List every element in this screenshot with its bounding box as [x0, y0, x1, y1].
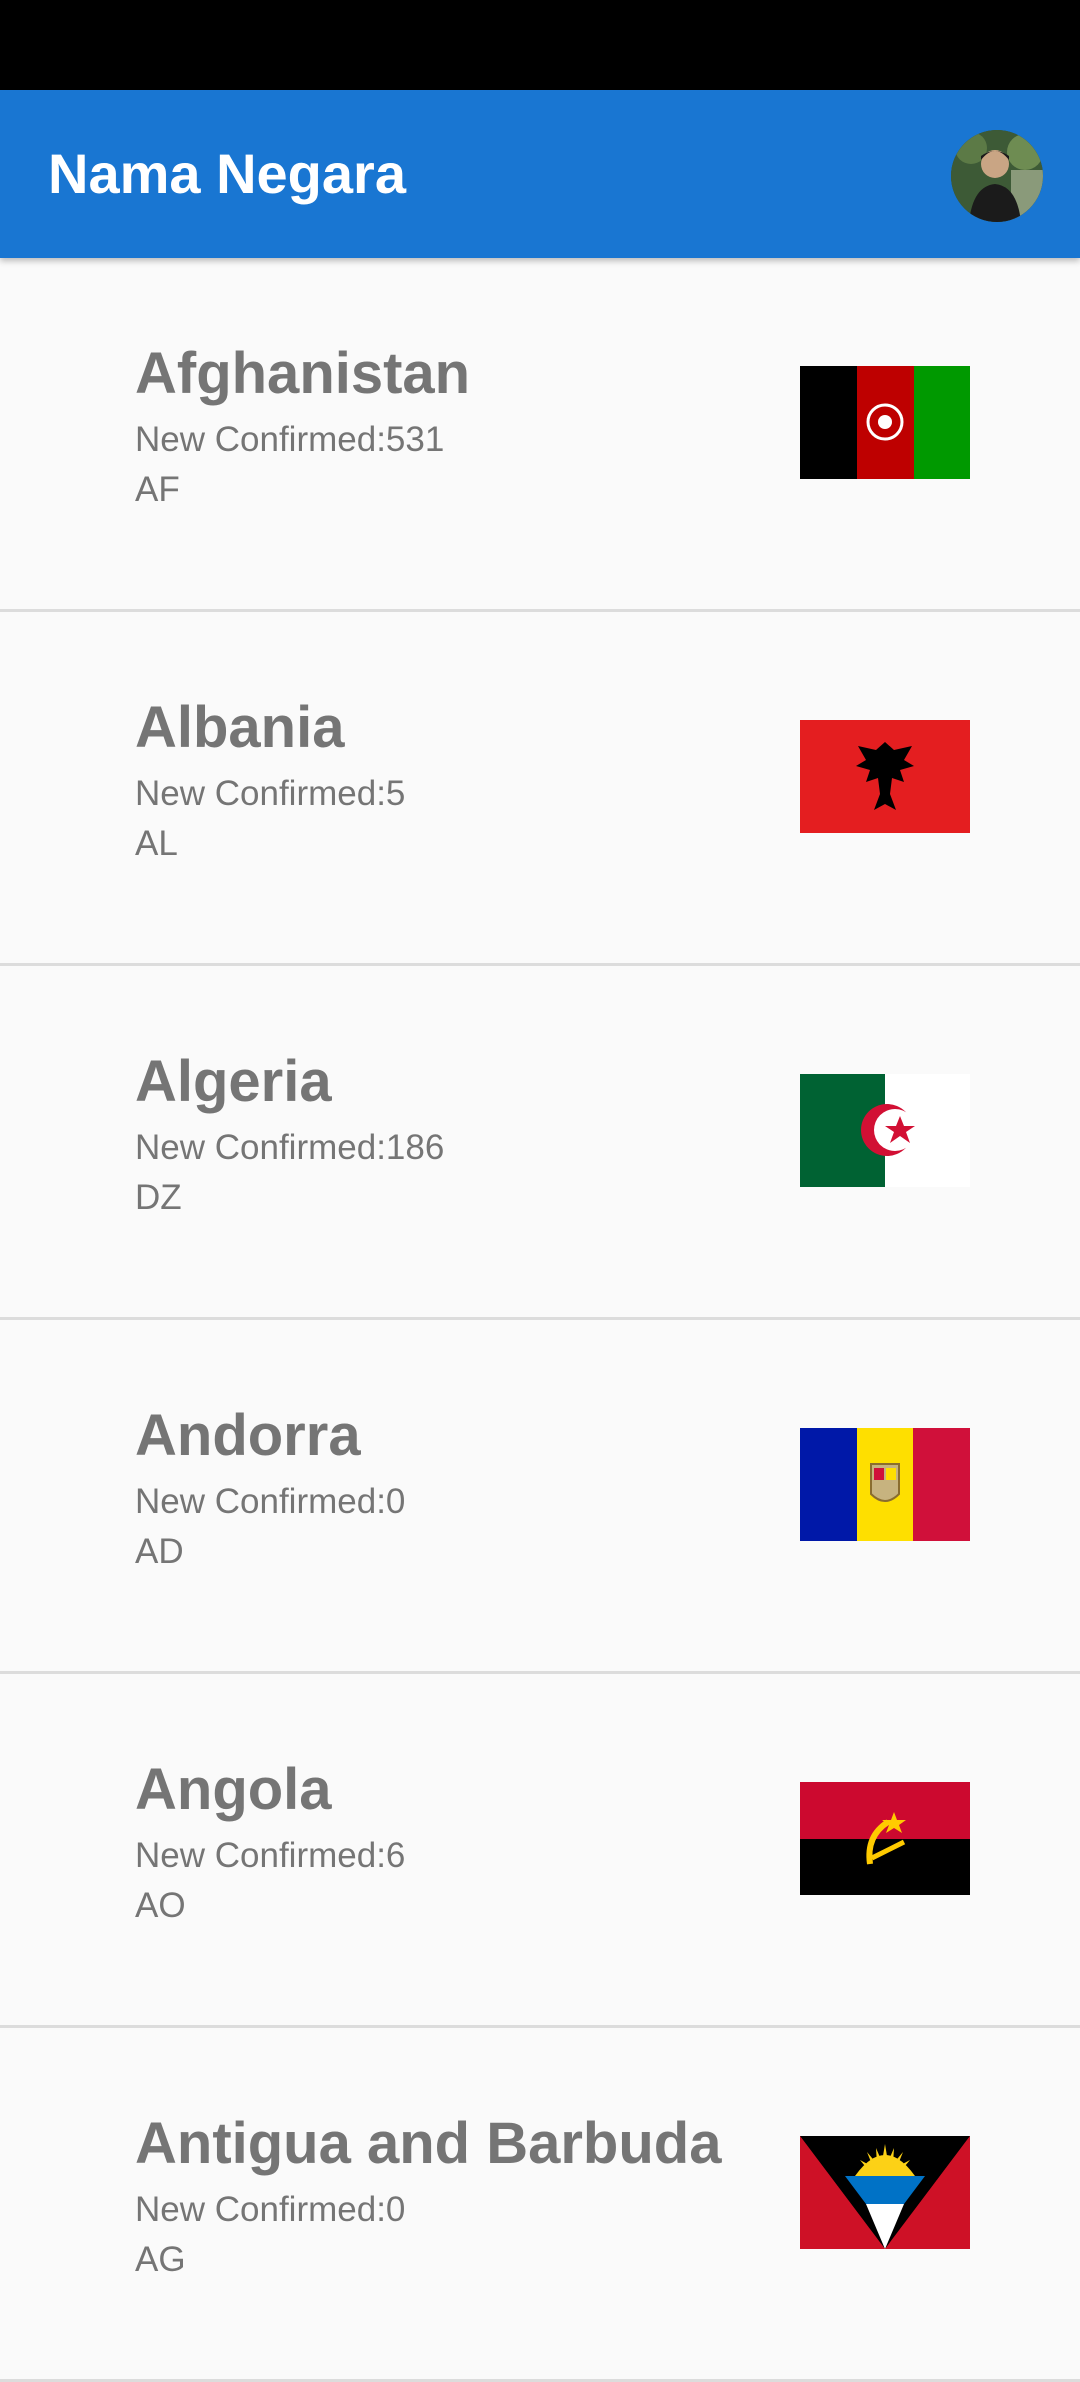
country-code: AF: [135, 470, 180, 509]
app-bar: Nama Negara: [0, 90, 1080, 258]
list-item[interactable]: Algeria New Confirmed:186 DZ: [0, 966, 1080, 1320]
country-code: AG: [135, 2240, 186, 2279]
angola-flag-icon: [800, 1782, 970, 1895]
antigua-and-barbuda-flag-icon: [800, 2136, 970, 2249]
algeria-flag-icon: [800, 1074, 970, 1187]
country-code: AO: [135, 1886, 186, 1925]
new-confirmed: New Confirmed:531: [135, 420, 445, 459]
new-confirmed: New Confirmed:0: [135, 1482, 406, 1521]
country-name: Antigua and Barbuda: [135, 2111, 722, 2176]
country-name: Afghanistan: [135, 341, 471, 406]
afghanistan-flag-icon: [800, 366, 970, 479]
list-item[interactable]: Albania New Confirmed:5 AL: [0, 612, 1080, 966]
country-code: AL: [135, 824, 178, 863]
list-item[interactable]: Antigua and Barbuda New Confirmed:0 AG: [0, 2028, 1080, 2382]
list-item[interactable]: Angola New Confirmed:6 AO: [0, 1674, 1080, 2028]
country-name: Algeria: [135, 1049, 332, 1114]
new-confirmed: New Confirmed:0: [135, 2190, 406, 2229]
country-name: Albania: [135, 695, 345, 760]
avatar-photo-icon: [951, 130, 1043, 222]
country-name: Angola: [135, 1757, 332, 1822]
country-code: AD: [135, 1532, 184, 1571]
list-item[interactable]: Andorra New Confirmed:0 AD: [0, 1320, 1080, 1674]
andorra-flag-icon: [800, 1428, 970, 1541]
country-list: Afghanistan New Confirmed:531 AF Albania…: [0, 258, 1080, 2382]
country-code: DZ: [135, 1178, 182, 1217]
user-avatar[interactable]: [951, 130, 1043, 222]
new-confirmed: New Confirmed:6: [135, 1836, 406, 1875]
country-name: Andorra: [135, 1403, 361, 1468]
app-title: Nama Negara: [48, 142, 406, 205]
new-confirmed: New Confirmed:186: [135, 1128, 445, 1167]
new-confirmed: New Confirmed:5: [135, 774, 406, 813]
albania-flag-icon: [800, 720, 970, 833]
status-bar: [0, 0, 1080, 90]
list-item[interactable]: Afghanistan New Confirmed:531 AF: [0, 258, 1080, 612]
